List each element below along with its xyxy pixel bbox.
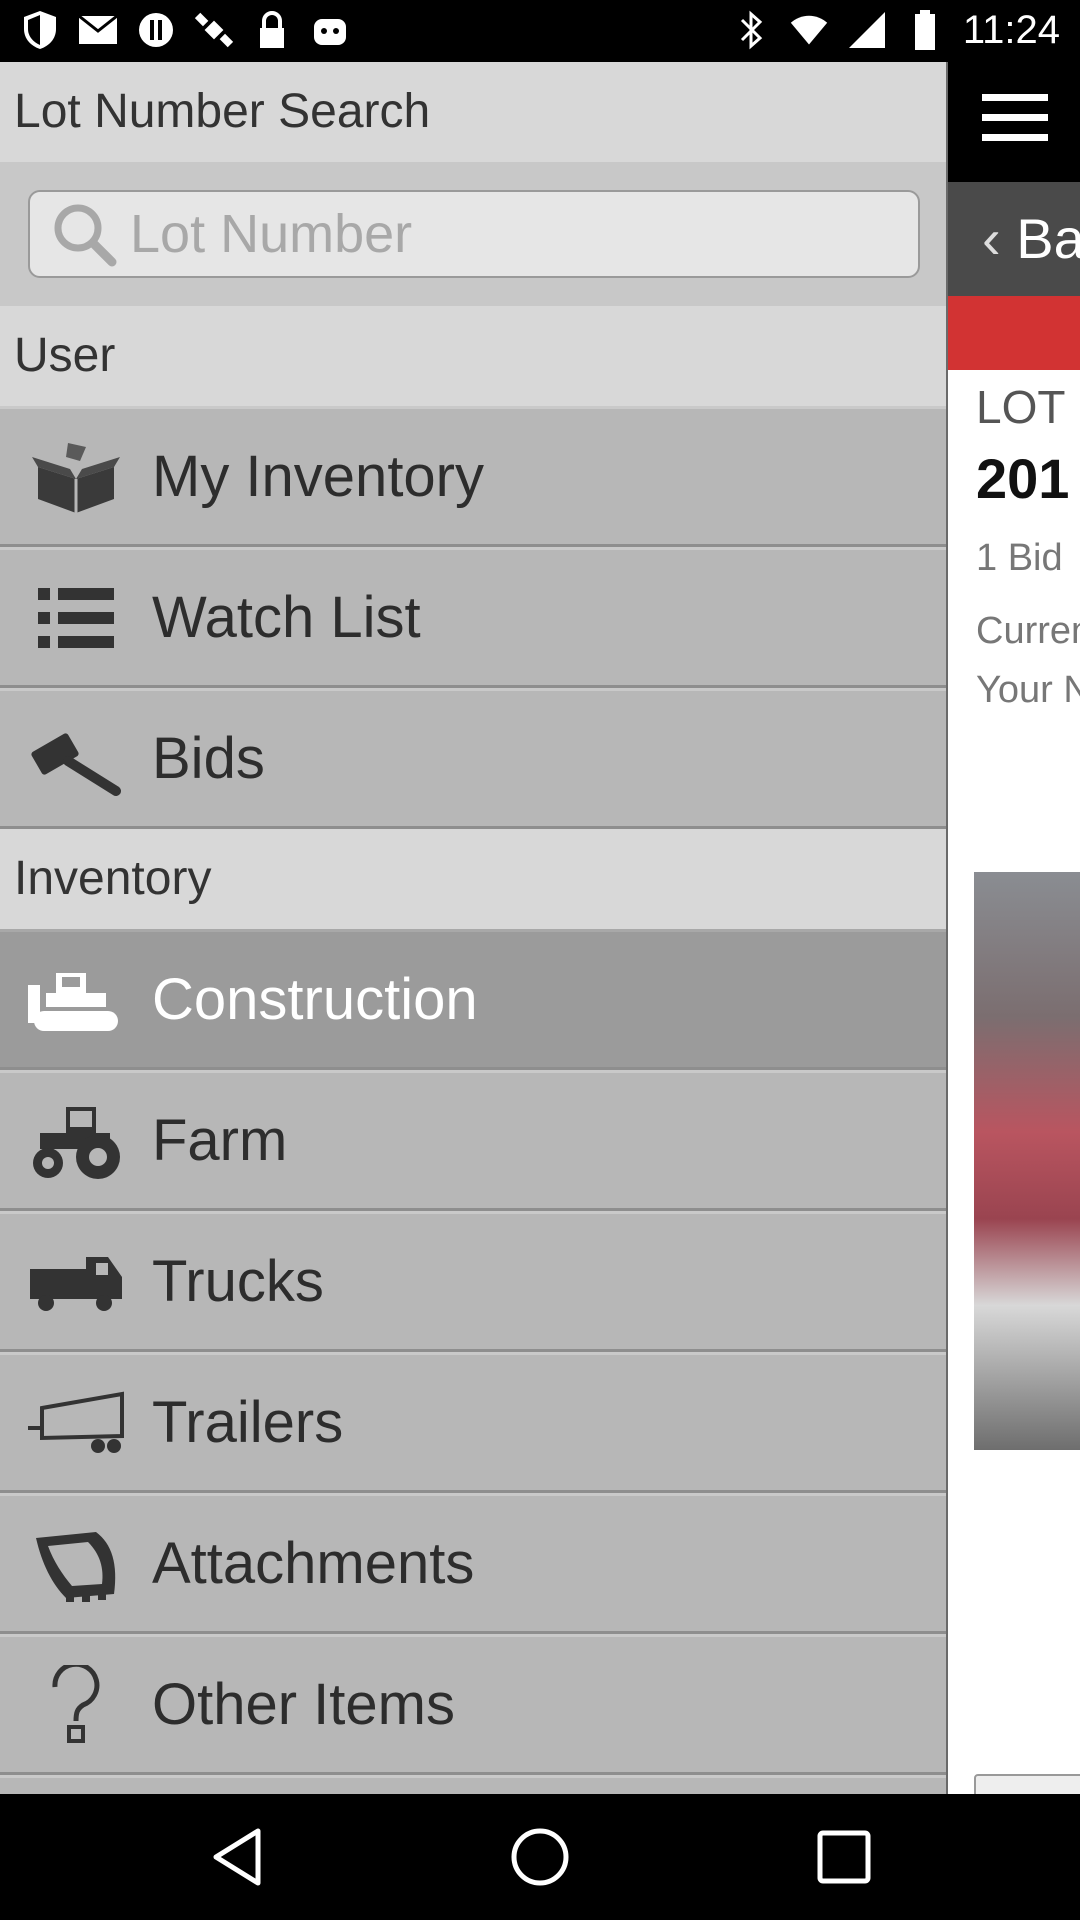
- bulldozer-icon: [24, 952, 128, 1048]
- question-icon: [24, 1657, 128, 1753]
- your-max-label: Your N: [976, 669, 1080, 711]
- lot-number-search-box[interactable]: [28, 190, 920, 278]
- menu-item-label: Trailers: [152, 1390, 344, 1455]
- lock-icon: [252, 8, 292, 52]
- navigation-drawer: Lot Number Search User My Inventory Watc…: [0, 62, 946, 1794]
- lot-photo[interactable]: [974, 872, 1080, 1450]
- background-screen: ‹ Ba LOT 201 1 Bid Curren Your N: [948, 62, 1080, 1794]
- trailer-icon: [24, 1375, 128, 1471]
- menu-item-label: Attachments: [152, 1531, 475, 1596]
- menu-item-bids[interactable]: Bids: [0, 688, 946, 829]
- bid-count: 1 Bid: [976, 537, 1063, 579]
- search-container: [0, 162, 946, 306]
- back-icon[interactable]: [196, 1817, 276, 1897]
- open-box-icon: [24, 429, 128, 525]
- battery-icon: [905, 8, 945, 52]
- menu-item-my-inventory[interactable]: My Inventory: [0, 406, 946, 547]
- lot-title: 201: [976, 447, 1070, 510]
- bucket-icon: [24, 1516, 128, 1612]
- list-icon: [24, 570, 128, 666]
- menu-item-label: My Inventory: [152, 444, 484, 509]
- menu-item-trucks[interactable]: Trucks: [0, 1211, 946, 1352]
- menu-item-label: Construction: [152, 967, 478, 1032]
- wifi-icon: [789, 8, 829, 52]
- lot-label: LOT: [976, 381, 1066, 433]
- signal-icon: [847, 8, 887, 52]
- satellite-icon: [194, 8, 234, 52]
- gavel-icon: [24, 711, 128, 807]
- lot-number-input[interactable]: [128, 202, 912, 266]
- status-bar: 11:24: [0, 0, 1080, 62]
- shield-icon: [20, 8, 60, 52]
- home-icon[interactable]: [500, 1817, 580, 1897]
- menu-item-label: Other Items: [152, 1672, 455, 1737]
- clock: 11:24: [962, 8, 1060, 52]
- android-icon: [310, 8, 350, 52]
- menu-item-other-items[interactable]: Other Items: [0, 1634, 946, 1775]
- red-banner: [948, 296, 1080, 370]
- drawer-edge: [946, 62, 948, 1794]
- alert-icon: [136, 8, 176, 52]
- tractor-icon: [24, 1093, 128, 1189]
- menu-item-label: Watch List: [152, 585, 421, 650]
- menu-item-partial[interactable]: [0, 1775, 946, 1794]
- menu-item-attachments[interactable]: Attachments: [0, 1493, 946, 1634]
- recents-icon[interactable]: [804, 1817, 884, 1897]
- partial-button[interactable]: [974, 1774, 1080, 1794]
- back-button[interactable]: ‹ Ba: [948, 182, 1080, 296]
- menu-item-label: Farm: [152, 1108, 288, 1173]
- user-section-header: User: [0, 306, 946, 406]
- bluetooth-icon: [731, 8, 771, 52]
- search-section-header: Lot Number Search: [0, 62, 946, 162]
- menu-item-label: Bids: [152, 726, 265, 791]
- menu-item-watch-list[interactable]: Watch List: [0, 547, 946, 688]
- truck-icon: [24, 1234, 128, 1330]
- search-icon: [44, 194, 124, 274]
- menu-item-farm[interactable]: Farm: [0, 1070, 946, 1211]
- menu-item-construction[interactable]: Construction: [0, 929, 946, 1070]
- background-toolbar: [948, 62, 1080, 182]
- hamburger-menu-icon[interactable]: [982, 94, 1048, 154]
- mail-icon: [78, 8, 118, 52]
- back-label: Ba: [1016, 207, 1080, 270]
- menu-item-label: Trucks: [152, 1249, 324, 1314]
- menu-item-trailers[interactable]: Trailers: [0, 1352, 946, 1493]
- chevron-left-icon: ‹: [982, 207, 1017, 270]
- current-bid-label: Curren: [976, 610, 1080, 652]
- inventory-section-header: Inventory: [0, 829, 946, 929]
- system-nav-bar: [0, 1794, 1080, 1920]
